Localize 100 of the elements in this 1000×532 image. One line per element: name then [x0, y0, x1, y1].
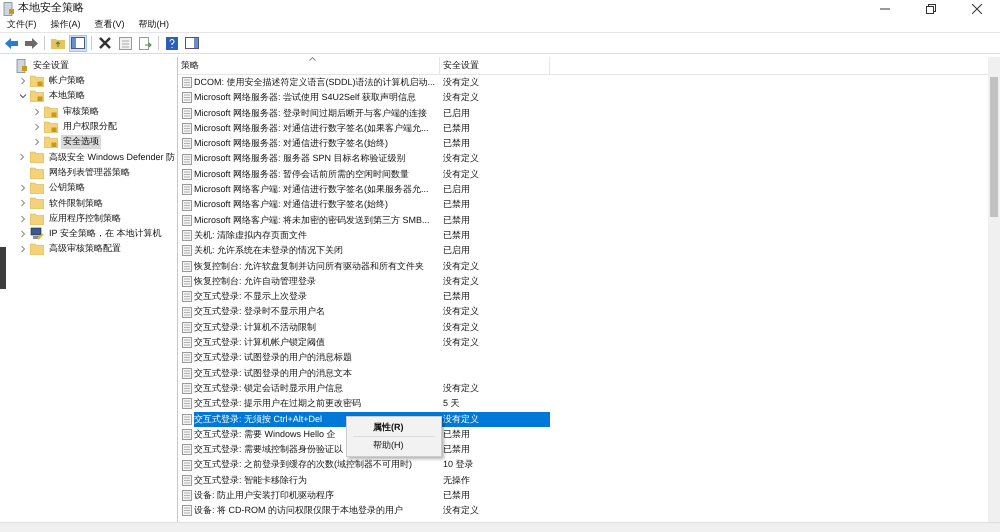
tree-item[interactable]: IP 安全策略，在 本地计算机 — [47, 227, 164, 241]
policy-name[interactable]: 交互式登录: 计算机帐户锁定阈值 — [194, 335, 326, 350]
tree-item[interactable]: 高级审核策略配置 — [47, 242, 123, 256]
column-header[interactable]: 安全设置 — [440, 57, 550, 74]
policy-setting: 没有定义 — [443, 153, 479, 164]
policy-setting: 没有定义 — [443, 414, 479, 424]
policy-setting: 已禁用 — [443, 122, 470, 133]
policy-name[interactable]: 交互式登录: 试图登录的用户的消息标题 — [194, 350, 352, 366]
tree-item[interactable]: 高级安全 Windows Defender 防 — [46, 150, 177, 164]
locked-folder-icon — [44, 136, 58, 148]
tree-item[interactable]: 本地策略 — [47, 89, 87, 103]
policy-name[interactable]: 交互式登录: 锁定会话时显示用户信息 — [194, 380, 344, 396]
policy-icon — [182, 428, 192, 440]
policy-name[interactable]: 设备: 防止用户安装打印机驱动程序 — [194, 488, 334, 504]
policy-name[interactable]: Microsoft 网络客户端: 将未加密的密码发送到第三方 SMB... — [194, 212, 430, 228]
policy-name[interactable]: 设备: 将 CD-ROM 的访问权限仅限于本地登录的用户 — [194, 503, 403, 519]
policy-name[interactable]: 关机: 允许系统在未登录的情况下关闭 — [194, 243, 344, 259]
menu-item[interactable]: 查看(V) — [94, 18, 124, 32]
policy-setting: 没有定义 — [443, 306, 479, 316]
folder-icon — [30, 151, 44, 164]
policy-setting: 已禁用 — [443, 428, 470, 439]
policy-name[interactable]: 恢复控制台: 允许自动管理登录 — [194, 274, 316, 290]
tree-item[interactable]: 安全设置 — [31, 58, 71, 72]
policy-icon — [182, 322, 192, 333]
policy-name[interactable]: Microsoft 网络服务器: 暂停会话前所需的空闲时间数量 — [194, 166, 410, 182]
policy-setting: 5 天 — [443, 398, 460, 408]
policy-name[interactable]: 关机: 清除虚拟内存页面文件 — [194, 228, 308, 244]
policy-setting: 已启用 — [443, 108, 470, 118]
tree-item[interactable]: 用户权限分配 — [61, 120, 119, 134]
policy-setting: 已禁用 — [443, 444, 470, 454]
policy-icon — [182, 474, 192, 486]
policy-setting: 没有定义 — [443, 337, 479, 348]
tree-item[interactable]: 软件限制策略 — [47, 196, 105, 210]
policy-icon — [182, 138, 192, 150]
policy-name[interactable]: 交互式登录: 试图登录的用户的消息文本 — [194, 366, 352, 381]
policy-name[interactable]: Microsoft 网络服务器: 对通信进行数字签名(如果客户端允... — [194, 120, 429, 136]
column-header[interactable]: 策略 — [178, 57, 440, 74]
tree-item[interactable]: 公钥策略 — [47, 181, 87, 195]
policy-icon — [182, 398, 192, 410]
policy-icon — [182, 230, 192, 242]
show-pane-icon[interactable] — [183, 34, 201, 52]
policy-name[interactable]: 交互式登录: 登录时不显示用户名 — [194, 304, 326, 320]
policy-setting: 已禁用 — [443, 490, 470, 500]
policy-setting: 已禁用 — [443, 291, 470, 302]
policy-setting: 没有定义 — [443, 260, 479, 271]
policy-name[interactable]: 交互式登录: 需要 Windows Hello 企 — [194, 426, 336, 442]
context-menu-item[interactable]: 属性(R) — [347, 418, 441, 436]
policy-name[interactable]: DCOM: 使用安全描述符定义语言(SDDL)语法的计算机启动... — [194, 75, 436, 90]
policy-name[interactable]: 交互式登录: 不显示上次登录 — [194, 289, 308, 304]
chevron-down-icon[interactable] — [18, 92, 26, 100]
policy-icon — [182, 337, 192, 348]
policy-icon — [182, 108, 192, 119]
policy-setting: 没有定义 — [443, 92, 479, 102]
policy-name[interactable]: 交互式登录: 需要域控制器身份验证以 — [194, 442, 344, 458]
policy-icon — [182, 306, 192, 318]
policy-icon — [182, 168, 192, 180]
policy-name[interactable]: 交互式登录: 提示用户在过期之前更改密码 — [194, 396, 362, 412]
policy-name[interactable]: Microsoft 网络服务器: 对通信进行数字签名(始终) — [194, 136, 388, 152]
policy-name[interactable]: 交互式登录: 智能卡移除行为 — [194, 472, 308, 488]
policy-name[interactable]: Microsoft 网络客户端: 对通信进行数字签名(如果服务器允... — [194, 182, 429, 198]
scrollbar-thumb[interactable] — [990, 77, 998, 217]
menu-item[interactable]: 文件(F) — [7, 18, 36, 32]
tree-item[interactable]: 审核策略 — [61, 104, 101, 118]
tree-item[interactable]: 安全选项 — [61, 135, 101, 149]
menu-item[interactable]: 操作(A) — [50, 18, 80, 32]
policy-icon — [182, 200, 192, 211]
policy-name[interactable]: Microsoft 网络服务器: 尝试使用 S4U2Self 获取声明信息 — [194, 90, 416, 106]
policy-name[interactable]: 交互式登录: 之前登录到缓存的次数(域控制器不可用时) — [194, 457, 412, 473]
tree-item[interactable]: 网络列表管理器策略 — [47, 166, 132, 180]
tree-item[interactable]: 帐户策略 — [47, 74, 87, 88]
context-menu-item[interactable]: 帮助(H) — [347, 436, 441, 454]
policy-setting: 已禁用 — [443, 138, 470, 148]
policy-icon — [182, 505, 192, 516]
locked-folder-icon — [44, 120, 58, 133]
tree-item[interactable]: 应用程序控制策略 — [47, 212, 123, 226]
policy-setting: 10 登录 — [443, 459, 474, 470]
policy-name[interactable]: 恢复控制台: 允许软盘复制并访问所有驱动器和所有文件夹 — [194, 258, 424, 274]
policy-icon — [182, 444, 192, 456]
policy-icon — [182, 260, 192, 272]
policy-name[interactable]: Microsoft 网络服务器: 服务器 SPN 目标名称验证级别 — [194, 151, 406, 167]
policy-icon — [182, 414, 192, 425]
chevron-right-icon[interactable] — [18, 76, 26, 85]
policy-name[interactable]: 交互式登录: 计算机不活动限制 — [194, 320, 316, 336]
console-tree-icon[interactable] — [69, 34, 87, 52]
policy-name[interactable]: Microsoft 网络服务器: 登录时间过期后断开与客户端的连接 — [194, 106, 428, 121]
policy-icon — [182, 291, 192, 302]
folder-icon — [30, 212, 44, 225]
menu-item[interactable]: 帮助(H) — [138, 18, 169, 32]
locked-folder-icon — [44, 106, 58, 118]
policy-setting: 已启用 — [443, 184, 470, 194]
scrollbar-thumb[interactable] — [0, 247, 6, 289]
delete-icon[interactable] — [96, 34, 114, 52]
policy-setting: 没有定义 — [443, 505, 479, 516]
export-list-icon[interactable] — [136, 34, 154, 52]
policy-icon — [182, 184, 192, 196]
policy-setting: 没有定义 — [443, 276, 479, 286]
policy-icon — [182, 352, 192, 364]
policy-name[interactable]: Microsoft 网络客户端: 对通信进行数字签名(始终) — [194, 197, 388, 213]
policy-setting: 已禁用 — [443, 199, 470, 210]
help-icon[interactable] — [163, 34, 181, 52]
